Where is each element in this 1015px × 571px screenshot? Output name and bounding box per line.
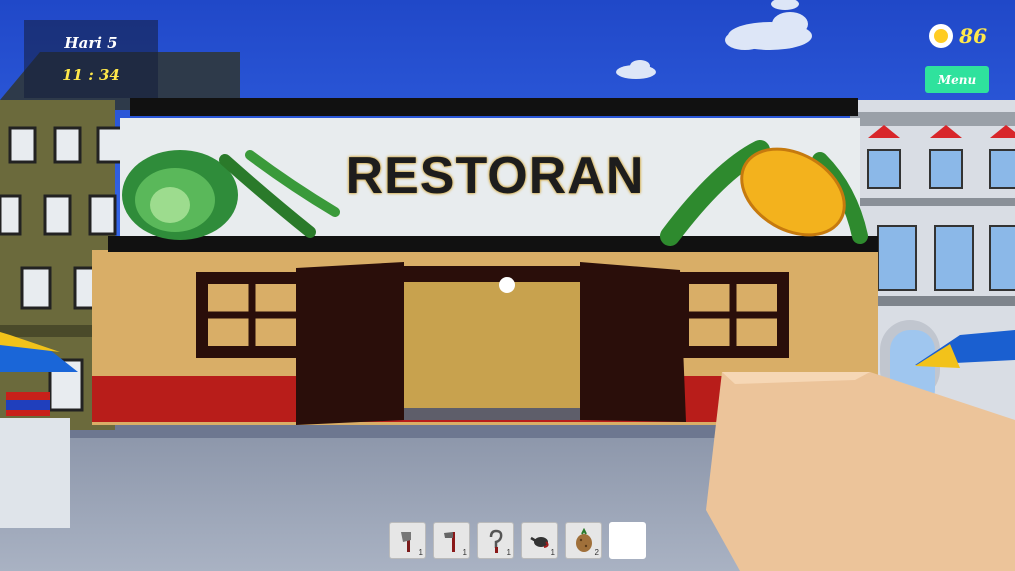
door-left (296, 262, 404, 425)
coin-counter: 86 (929, 22, 987, 50)
hotbar-slot-axe[interactable]: 1 (389, 522, 426, 559)
hotbar: 1 1 1 1 2 (389, 522, 646, 559)
door-right (580, 262, 686, 422)
hotbar-slot-hatchet[interactable]: 1 (433, 522, 470, 559)
restaurant-sign: RESTORAN (345, 147, 645, 205)
day-time-panel: Hari 5 11 : 34 (24, 20, 158, 98)
hook-icon (489, 529, 502, 553)
day-label: Hari 5 (64, 34, 118, 52)
hotbar-slot-hook[interactable]: 1 (477, 522, 514, 559)
clock-time: 11 : 34 (62, 66, 120, 84)
coin-icon (929, 24, 954, 48)
coin-value: 86 (959, 24, 987, 48)
watering-can-icon (529, 536, 549, 548)
hotbar-slot-potato[interactable]: 2 (565, 522, 602, 559)
hatchet-icon (443, 531, 455, 552)
potato-icon (575, 527, 592, 552)
hotbar-slot-empty[interactable] (609, 522, 646, 559)
crosshair-icon (499, 277, 515, 293)
axe-icon (400, 531, 411, 552)
hotbar-slot-watering-can[interactable]: 1 (521, 522, 558, 559)
menu-button[interactable]: Menu (925, 66, 989, 93)
